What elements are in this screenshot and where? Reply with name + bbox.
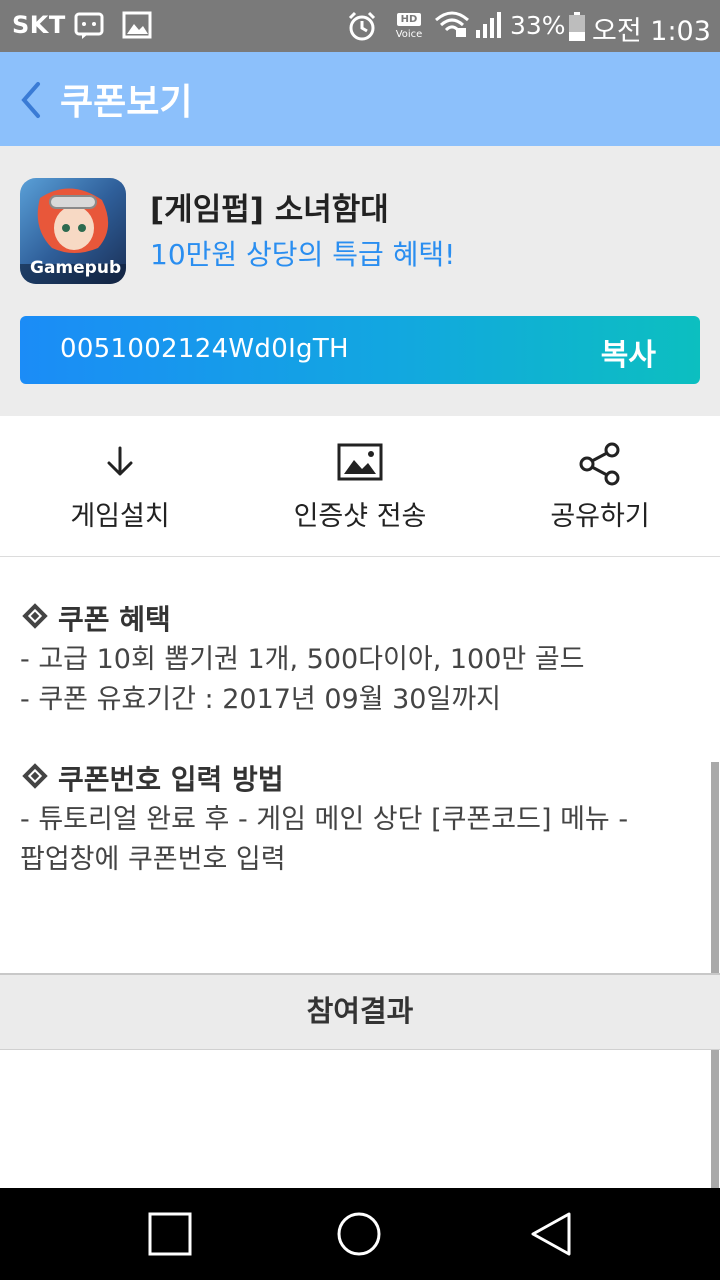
howto-line: - 튜토리얼 완료 후 - 게임 메인 상단 [쿠폰코드] 메뉴 -: [20, 804, 629, 835]
share-button[interactable]: 공유하기: [480, 416, 720, 556]
chevron-left-icon[interactable]: [16, 80, 46, 120]
share-label: 공유하기: [550, 501, 650, 532]
benefit-title: 쿠폰 혜택: [58, 603, 171, 636]
image-icon: [122, 10, 152, 44]
diamond-bullet-icon: [22, 763, 48, 789]
coupon-code-bar: 0051002124Wd0IgTH 복사: [20, 316, 700, 384]
signal-icon: [474, 10, 504, 44]
game-icon-label: Gamepub: [30, 258, 122, 278]
benefit-line: - 고급 10회 뽑기권 1개, 500다이아, 100만 골드: [20, 644, 585, 675]
carrier-label: SKT: [12, 11, 66, 39]
participation-result-label: 참여결과: [306, 994, 414, 1028]
section-title: 쿠폰 혜택: [20, 600, 700, 640]
diamond-bullet-icon: [22, 603, 48, 629]
home-icon[interactable]: [335, 1210, 383, 1258]
game-subtitle: 10만원 상당의 특급 혜택!: [150, 238, 456, 271]
status-time: 오전 1:03: [592, 16, 711, 47]
section-title: 쿠폰번호 입력 방법: [20, 760, 700, 800]
image-icon: [240, 442, 480, 488]
howto-title: 쿠폰번호 입력 방법: [58, 763, 284, 796]
coupon-details: 쿠폰 혜택 - 고급 10회 뽑기권 1개, 500다이아, 100만 골드 -…: [20, 600, 700, 880]
game-app-icon: Gamepub: [20, 178, 126, 284]
install-game-button[interactable]: 게임설치: [0, 416, 240, 556]
copy-button[interactable]: 복사: [601, 330, 656, 374]
hd-label: HD: [396, 13, 422, 26]
share-icon: [480, 442, 720, 488]
game-title: [게임펍] 소녀함대: [150, 192, 389, 228]
battery-icon: [568, 12, 586, 46]
voice-label: Voice: [395, 29, 423, 40]
wifi-icon: [434, 10, 470, 44]
chat-icon: [74, 10, 104, 44]
alarm-icon: [346, 10, 378, 46]
coupon-header: Gamepub [게임펍] 소녀함대 10만원 상당의 특급 혜택! 00510…: [0, 146, 720, 416]
benefit-line: - 쿠폰 유효기간 : 2017년 09월 30일까지: [20, 684, 501, 715]
recents-icon[interactable]: [146, 1210, 194, 1258]
battery-percent: 33%: [510, 11, 566, 40]
coupon-code: 0051002124Wd0IgTH: [60, 334, 349, 364]
action-row: 게임설치 인증샷 전송 공유하기: [0, 416, 720, 557]
download-icon: [0, 442, 240, 488]
system-nav-bar: [0, 1188, 720, 1280]
back-triangle-icon[interactable]: [527, 1210, 575, 1258]
app-bar: 쿠폰보기: [0, 52, 720, 146]
participation-result-button[interactable]: 참여결과: [0, 973, 720, 1050]
howto-line: 팝업창에 쿠폰번호 입력: [20, 844, 286, 875]
page-title: 쿠폰보기: [60, 82, 193, 123]
send-screenshot-button[interactable]: 인증샷 전송: [240, 416, 480, 556]
status-bar: SKT HD Voice 33% 오전 1:03: [0, 0, 720, 52]
send-screenshot-label: 인증샷 전송: [293, 501, 427, 532]
hd-voice-icon: HD Voice: [392, 11, 426, 40]
install-game-label: 게임설치: [70, 501, 170, 532]
